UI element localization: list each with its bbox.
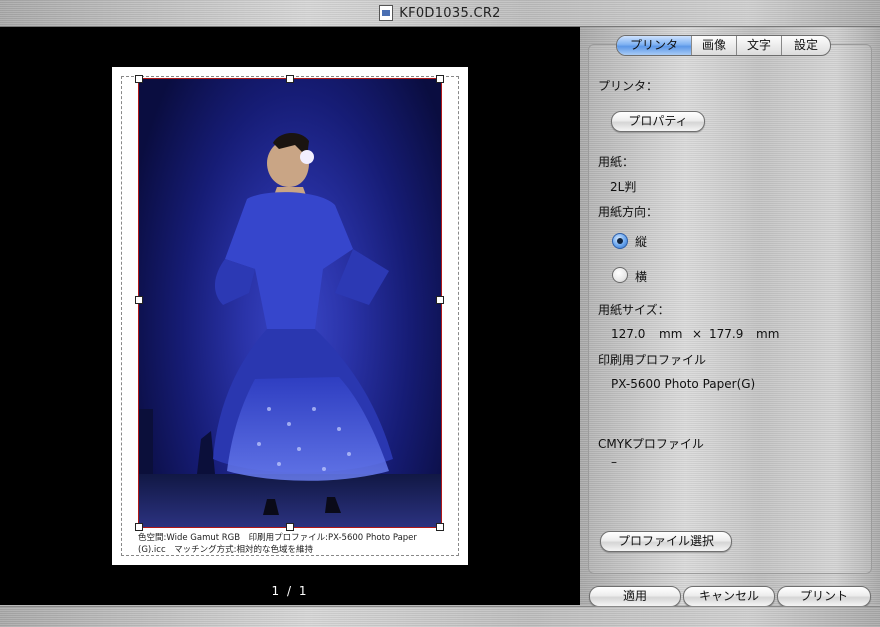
tab-printer[interactable]: プリンタ <box>617 36 692 55</box>
paper-label: 用紙： <box>598 155 635 169</box>
tab-settings[interactable]: 設定 <box>782 36 830 55</box>
portrait-label[interactable]: 縦 <box>635 233 647 250</box>
resize-handle-right[interactable] <box>436 296 444 304</box>
tab-image[interactable]: 画像 <box>692 36 737 55</box>
orientation-label: 用紙方向： <box>598 205 659 219</box>
photo-illustration <box>139 132 441 527</box>
caption-line-2: (G).icc マッチング方式:相対的な色域を維持 <box>138 545 313 555</box>
landscape-radio[interactable] <box>612 267 628 283</box>
title-bar: KF0D1035.CR2 <box>0 0 880 27</box>
print-button[interactable]: プリント <box>777 586 871 607</box>
printer-label: プリンタ： <box>598 79 659 93</box>
resize-handle-top-left[interactable] <box>135 75 143 83</box>
print-preview-area: 色空間:Wide Gamut RGB 印刷用プロファイル:PX-5600 Pho… <box>0 27 580 605</box>
apply-button[interactable]: 適用 <box>589 586 681 607</box>
paper-size-times: × <box>692 327 703 341</box>
settings-panel: プリンタ： プロパティ 用紙： 2L判 用紙方向： 縦 横 用紙サイズ： 127… <box>580 27 880 607</box>
page-indicator: 1 / 1 <box>271 584 309 598</box>
landscape-label[interactable]: 横 <box>635 268 647 285</box>
caption-line-1: 色空間:Wide Gamut RGB 印刷用プロファイル:PX-5600 Pho… <box>138 533 417 543</box>
resize-handle-top[interactable] <box>286 75 294 83</box>
select-profile-button[interactable]: プロファイル選択 <box>600 531 732 552</box>
paper-value: 2L判 <box>610 180 637 194</box>
photo-image[interactable] <box>138 78 442 528</box>
printer-settings-group: プリンタ： プロパティ 用紙： 2L判 用紙方向： 縦 横 用紙サイズ： 127… <box>588 44 872 574</box>
resize-handle-left[interactable] <box>135 296 143 304</box>
properties-button[interactable]: プロパティ <box>611 111 705 132</box>
print-profile-value: PX-5600 Photo Paper(G) <box>611 377 756 391</box>
portrait-radio[interactable] <box>612 233 628 249</box>
window-title: KF0D1035.CR2 <box>399 5 501 21</box>
color-info-caption: 色空間:Wide Gamut RGB 印刷用プロファイル:PX-5600 Pho… <box>138 532 448 556</box>
resize-handle-bottom-right[interactable] <box>436 523 444 531</box>
resize-handle-bottom[interactable] <box>286 523 294 531</box>
resize-handle-bottom-left[interactable] <box>135 523 143 531</box>
print-profile-label: 印刷用プロファイル <box>598 353 707 367</box>
paper-size-label: 用紙サイズ： <box>598 303 670 317</box>
settings-tabs: プリンタ 画像 文字 設定 <box>616 35 831 56</box>
window-bottom-bar <box>0 606 880 627</box>
paper-size-height: 177.9 <box>709 327 744 341</box>
paper-size-unit-1: mm <box>659 327 683 341</box>
tab-text[interactable]: 文字 <box>737 36 782 55</box>
paper-size-unit-2: mm <box>756 327 780 341</box>
cancel-button[interactable]: キャンセル <box>683 586 775 607</box>
paper-sheet: 色空間:Wide Gamut RGB 印刷用プロファイル:PX-5600 Pho… <box>112 67 468 565</box>
document-icon <box>379 5 394 21</box>
cmyk-profile-value: – <box>611 455 617 469</box>
cmyk-profile-label: CMYKプロファイル <box>598 437 704 451</box>
resize-handle-top-right[interactable] <box>436 75 444 83</box>
paper-size-width: 127.0 <box>611 327 646 341</box>
